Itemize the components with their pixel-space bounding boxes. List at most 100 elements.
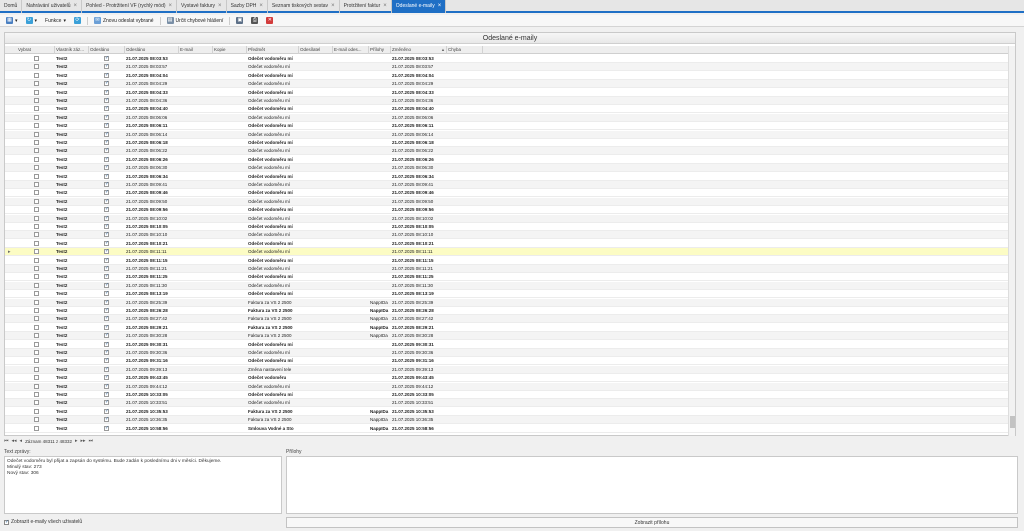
select-checkbox[interactable] [34, 224, 39, 229]
select-checkbox[interactable] [34, 308, 39, 313]
tab-0[interactable]: Domů [0, 0, 23, 13]
table-row[interactable]: Test2 21.07.2025 10:36:35 Faktura za VS 2 … [5, 416, 1008, 425]
tab-close-icon[interactable]: × [74, 0, 78, 13]
table-row[interactable]: Test2 21.07.2025 10:35:53 Faktura za VS 2 … [5, 408, 1008, 416]
select-checkbox[interactable] [34, 392, 39, 397]
column-header[interactable]: Vybrat [17, 46, 55, 54]
tab-close-icon[interactable]: × [169, 0, 173, 13]
table-row[interactable]: Test2 21.07.2025 08:06:30 Odečet vodoměru … [5, 164, 1008, 173]
table-row[interactable]: Test2 21.07.2025 09:30:36 Odečet vodoměru … [5, 349, 1008, 357]
select-checkbox[interactable] [34, 366, 39, 372]
select-checkbox[interactable] [34, 72, 39, 78]
select-checkbox[interactable] [34, 114, 39, 120]
select-checkbox[interactable] [34, 207, 39, 213]
table-row[interactable]: Test2 21.07.2025 08:10:10 Odečet vodoměru … [5, 231, 1008, 240]
table-row[interactable]: Test2 21.07.2025 08:04:36 Odečet vodoměru … [5, 97, 1008, 105]
select-checkbox[interactable] [34, 274, 39, 280]
select-checkbox[interactable] [34, 375, 39, 381]
next-record-button[interactable]: ▸ [75, 438, 78, 444]
select-checkbox[interactable] [34, 240, 39, 246]
table-row[interactable]: Test2 21.07.2025 08:09:46 Odečet vodoměru … [5, 189, 1008, 198]
select-checkbox[interactable] [34, 358, 39, 364]
table-row[interactable]: Test2 21.07.2025 10:33:05 Odečet vodoměru … [5, 391, 1008, 399]
select-checkbox[interactable] [34, 291, 39, 297]
select-checkbox[interactable] [34, 215, 39, 221]
tab-close-icon[interactable]: × [218, 0, 222, 13]
tab-close-icon[interactable]: × [438, 0, 442, 13]
document-button[interactable]: ▣ [234, 16, 245, 26]
column-header[interactable]: Odesílatel [299, 46, 333, 54]
close-button[interactable]: ✕ [264, 16, 275, 26]
tab-6[interactable]: Protržitení faktur × [340, 0, 392, 13]
attachments-list[interactable] [286, 456, 1018, 514]
select-checkbox[interactable] [34, 383, 39, 389]
select-checkbox[interactable] [34, 98, 39, 103]
table-row[interactable]: Test2 21.07.2025 08:09:50 Odečet vodoměru … [5, 197, 1008, 206]
select-checkbox[interactable] [34, 56, 39, 61]
select-checkbox[interactable] [34, 324, 39, 330]
show-attachment-button[interactable]: Zobrazit přílohu [286, 517, 1018, 528]
select-checkbox[interactable] [34, 182, 39, 187]
table-row[interactable]: Test2 21.07.2025 08:29:21 Faktura za VS 2 … [5, 324, 1008, 332]
table-row[interactable]: Test2 21.07.2025 08:13:19 Odečet vodoměru … [5, 290, 1008, 299]
select-checkbox[interactable] [34, 350, 39, 355]
table-row[interactable]: Test2 21.07.2025 09:43:45 Odečet vodoměru 2… [5, 374, 1008, 383]
tab-close-icon[interactable]: × [331, 0, 335, 13]
prev-record-button[interactable]: ◂ [20, 438, 23, 444]
table-row[interactable]: Test2 21.07.2025 08:06:22 Odečet vodoměru … [5, 147, 1008, 156]
resend-selected-button[interactable]: ✉ Znovu odeslat vybrané [92, 16, 156, 26]
grid-menu-button[interactable]: ▦ ▾ [4, 16, 20, 26]
next-page-button[interactable]: ▸▸ [81, 438, 86, 444]
table-row[interactable]: Test2 21.07.2025 08:04:33 Odečet vodoměru … [5, 89, 1008, 97]
select-checkbox[interactable] [34, 148, 39, 154]
select-checkbox[interactable] [34, 257, 39, 263]
table-row[interactable]: Test2 21.07.2025 08:26:28 Faktura za VS 2 … [5, 307, 1008, 315]
select-checkbox[interactable] [34, 64, 39, 70]
column-header[interactable]: Změněno [391, 46, 447, 54]
select-checkbox[interactable] [34, 106, 39, 112]
select-checkbox[interactable] [34, 89, 39, 95]
tab-close-icon[interactable]: × [259, 0, 263, 13]
select-checkbox[interactable] [34, 299, 39, 305]
select-checkbox[interactable] [34, 266, 39, 271]
table-row[interactable]: Test2 21.07.2025 08:11:21 Odečet vodoměru … [5, 265, 1008, 273]
table-row[interactable]: Test2 21.07.2025 08:10:05 Odečet vodoměru … [5, 223, 1008, 231]
table-row[interactable]: Test2 21.07.2025 08:25:39 Faktura za VS 2 … [5, 298, 1008, 307]
table-row[interactable]: Test2 21.07.2025 08:04:40 Odečet vodoměru … [5, 105, 1008, 114]
table-row[interactable]: Test2 21.07.2025 08:06:14 Odečet vodoměru … [5, 130, 1008, 139]
table-row[interactable]: Test2 21.07.2025 08:06:18 Odečet vodoměru … [5, 139, 1008, 147]
select-checkbox[interactable] [34, 190, 39, 196]
table-row[interactable]: Test2 21.07.2025 08:11:30 Odečet vodoměru … [5, 281, 1008, 290]
functions-button[interactable]: Funkce ▾ [43, 16, 68, 26]
select-checkbox[interactable] [34, 400, 39, 406]
show-all-users-toggle[interactable]: Zobrazit e-maily všech uživatelů [4, 519, 82, 525]
column-header[interactable]: Vlastník záz... [55, 46, 89, 54]
table-row[interactable]: Test2 21.07.2025 09:39:13 Změna nastavení … [5, 365, 1008, 374]
last-record-button[interactable]: ⏭ [89, 438, 94, 444]
set-error-message-button[interactable]: ▤ Určit chybové hlášení [165, 16, 226, 26]
grid-body[interactable]: Test2 21.07.2025 08:03:53 Odečet vodoměru … [5, 55, 1008, 436]
table-row[interactable]: Test2 21.07.2025 08:11:25 Odečet vodoměru … [5, 273, 1008, 282]
tab-1[interactable]: Nahrávání uživatelů × [22, 0, 83, 13]
select-checkbox[interactable] [34, 417, 39, 423]
table-row[interactable]: ▸ Test2 21.07.2025 08:11:11 Odečet vodoměru… [5, 248, 1008, 257]
column-header[interactable]: E-mail [179, 46, 213, 54]
table-row[interactable]: Test2 21.07.2025 08:06:11 Odečet vodoměru … [5, 122, 1008, 131]
table-row[interactable]: Test2 21.07.2025 09:44:12 Odečet vodoměru … [5, 382, 1008, 391]
table-row[interactable]: Test2 21.07.2025 09:30:31 Odečet vodoměru … [5, 341, 1008, 349]
tab-7[interactable]: Odeslané e-maily × [391, 0, 447, 13]
scrollbar-thumb[interactable] [1010, 416, 1015, 428]
select-checkbox[interactable] [34, 341, 39, 347]
table-row[interactable]: Test2 21.07.2025 09:31:16 Odečet vodoměru … [5, 357, 1008, 366]
select-checkbox[interactable] [34, 425, 39, 431]
column-header[interactable]: Předmět [247, 46, 299, 54]
table-row[interactable]: Test2 21.07.2025 08:09:56 Odečet vodoměru … [5, 206, 1008, 215]
tab-close-icon[interactable]: × [383, 0, 387, 13]
table-row[interactable]: Test2 21.07.2025 08:04:04 Odečet vodoměru … [5, 72, 1008, 80]
column-header[interactable]: Přílohy [369, 46, 391, 54]
message-text-box[interactable]: Odečet vodoměru byl přijat a zapsán do s… [4, 456, 282, 514]
print-button[interactable]: ⎙ [249, 16, 260, 26]
table-row[interactable]: Test2 21.07.2025 08:04:29 Odečet vodoměru … [5, 80, 1008, 89]
table-row[interactable]: Test2 21.07.2025 08:03:53 Odečet vodoměru … [5, 55, 1008, 63]
first-record-button[interactable]: ⏮ [4, 438, 9, 444]
